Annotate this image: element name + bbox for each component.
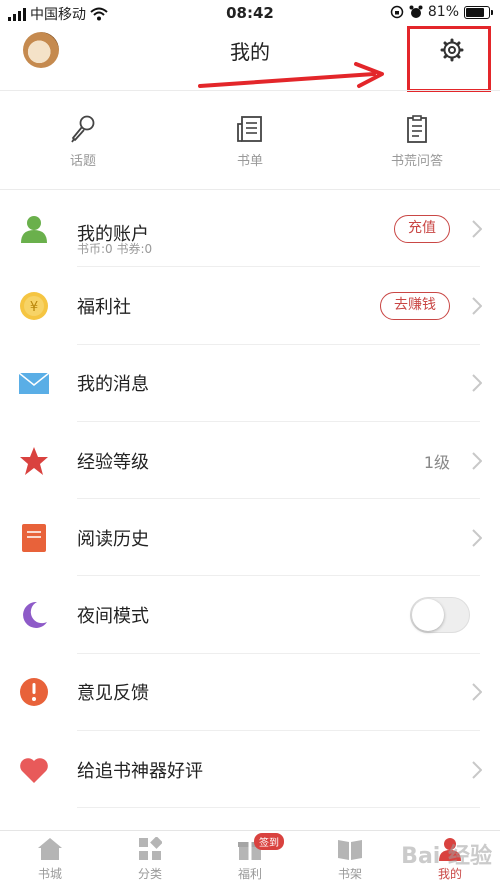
book-icon [22, 523, 46, 552]
chevron-right-icon [472, 219, 482, 238]
menu-item-account[interactable]: 我的账户 书币:0 书券:0 充值 [0, 190, 500, 268]
tab-welfare[interactable]: 签到 福利 [210, 833, 290, 882]
annotation-arrow-icon [198, 62, 384, 88]
chevron-right-icon [472, 451, 482, 470]
chevron-right-icon [472, 529, 482, 547]
heart-icon [20, 757, 48, 783]
bookshelf-icon [338, 840, 362, 860]
moon-icon [23, 602, 47, 629]
menu-item-rate-app[interactable]: 给追书神器好评 [0, 731, 500, 809]
envelope-icon [19, 372, 49, 395]
menu-item-label: 我的消息 [77, 374, 149, 396]
menu-item-label: 意见反馈 [77, 683, 149, 705]
document-list-icon [237, 116, 262, 142]
menu-item-welfare[interactable]: ¥ 福利社 去赚钱 [0, 267, 500, 345]
account-balance: 书币:0 书券:0 [77, 242, 153, 256]
menu-item-label: 夜间模式 [77, 606, 149, 628]
shortcut-qa[interactable]: 书荒问答 [357, 114, 477, 169]
menu-item-history[interactable]: 阅读历史 [0, 499, 500, 577]
menu-item-messages[interactable]: 我的消息 [0, 345, 500, 422]
watermark: Bai 经验 [401, 844, 492, 869]
shortcut-topics[interactable]: 话题 [23, 114, 143, 169]
recharge-button[interactable]: 充值 [394, 214, 450, 243]
earn-money-button[interactable]: 去赚钱 [380, 291, 450, 320]
rotation-lock-icon [390, 5, 404, 19]
annotation-highlight-box [407, 26, 491, 92]
menu-item-feedback[interactable]: 意见反馈 [0, 654, 500, 732]
menu-item-label: 给追书神器好评 [77, 760, 203, 782]
star-icon [20, 446, 48, 475]
chevron-right-icon [472, 761, 482, 779]
tab-bookstore[interactable]: 书城 [10, 837, 90, 882]
chevron-right-icon [472, 297, 482, 315]
menu-item-label: 福利社 [77, 296, 131, 318]
user-icon [21, 215, 47, 243]
shortcut-label: 书单 [236, 154, 263, 169]
row-divider [77, 807, 480, 809]
grid-icon [139, 837, 162, 860]
menu-item-night-mode: 夜间模式 [0, 576, 500, 654]
shortcut-label: 书荒问答 [390, 154, 443, 169]
shortcut-row: 话题 书单 书荒问答 [0, 100, 500, 180]
microphone-icon [71, 115, 95, 143]
coin-icon: ¥ [20, 291, 48, 320]
status-bar: 中国移动 08:42 81% [0, 0, 500, 26]
tab-bookshelf[interactable]: 书架 [310, 837, 390, 882]
toggle-knob [412, 599, 444, 632]
level-value: 1级 [423, 452, 450, 472]
alert-icon [20, 678, 48, 707]
night-mode-toggle[interactable] [410, 597, 470, 634]
chevron-right-icon [472, 374, 482, 392]
alarm-icon [409, 5, 423, 18]
tab-label: 书架 [337, 867, 362, 881]
tab-label: 分类 [137, 867, 162, 881]
menu-item-label: 阅读历史 [77, 528, 149, 550]
battery-icon [464, 5, 493, 19]
svg-text:¥: ¥ [30, 300, 38, 315]
tab-label: 书城 [37, 867, 62, 881]
clipboard-icon [407, 115, 427, 143]
tab-label: 福利 [237, 867, 262, 881]
tab-categories[interactable]: 分类 [110, 837, 190, 882]
chevron-right-icon [472, 683, 482, 702]
menu-item-level[interactable]: 经验等级 1级 [0, 422, 500, 500]
battery-percent: 81% [427, 4, 459, 20]
home-icon [38, 838, 62, 860]
menu-item-label: 经验等级 [77, 451, 149, 473]
shortcut-booklist[interactable]: 书单 [190, 114, 310, 169]
sign-in-badge: 签到 [254, 833, 284, 850]
menu-list: 我的账户 书币:0 书券:0 充值 ¥ 福利社 去赚钱 我的消息 经验等级 1级 [0, 190, 500, 809]
shortcut-label: 话题 [69, 154, 96, 169]
header-divider [0, 90, 500, 91]
